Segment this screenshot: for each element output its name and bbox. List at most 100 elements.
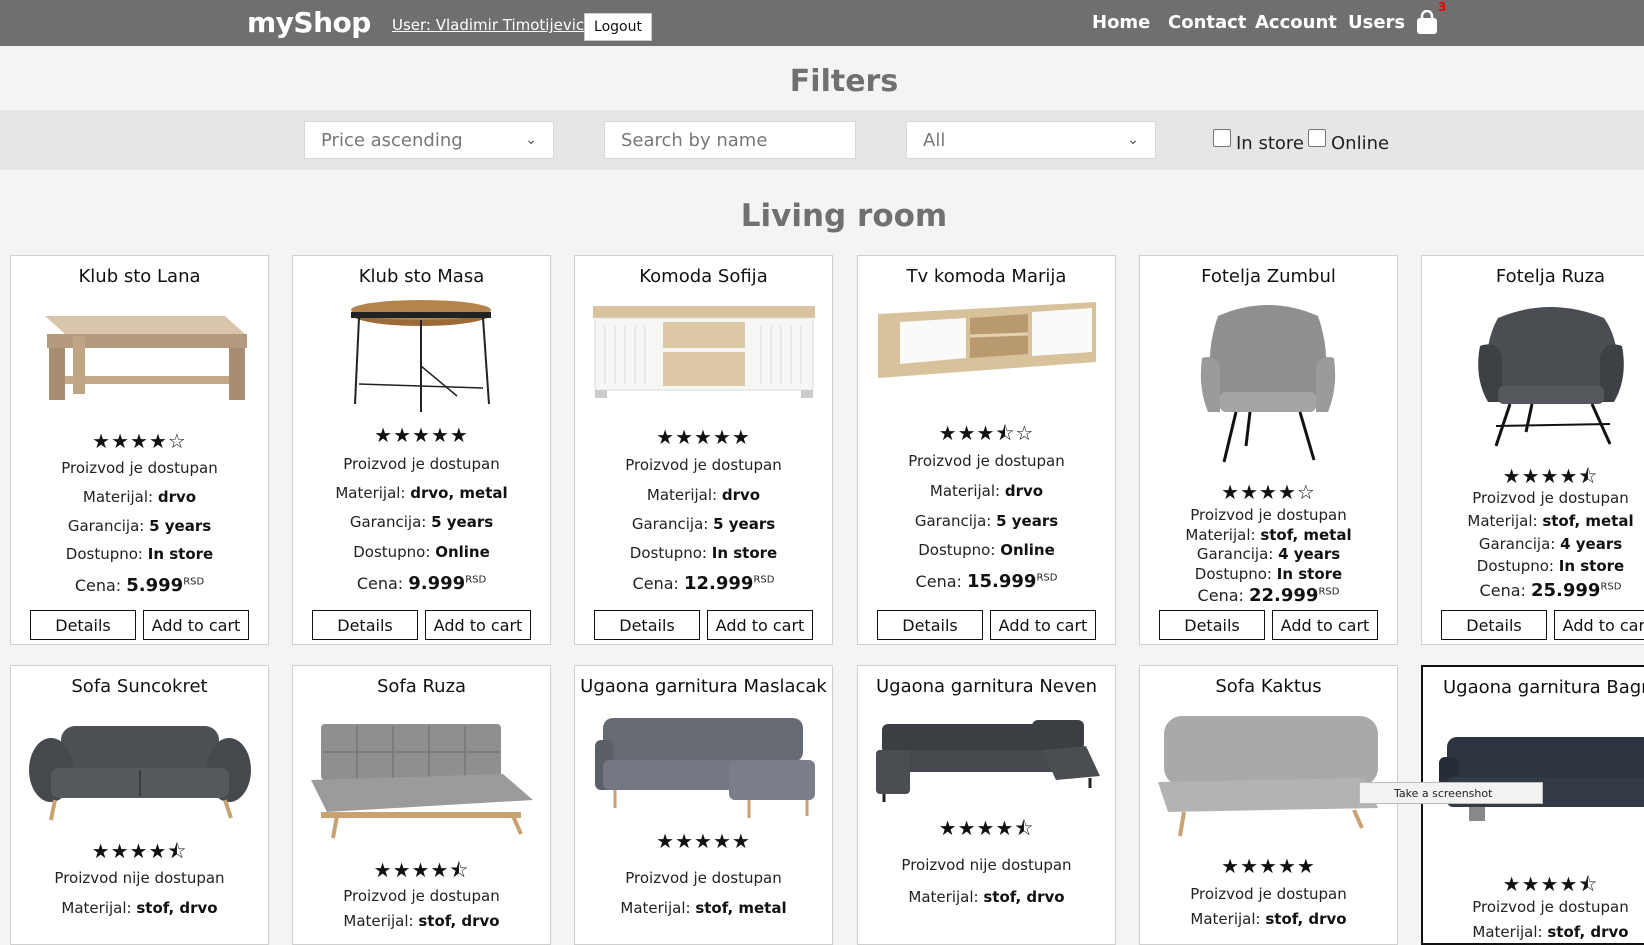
product-name: Klub sto Lana — [78, 266, 201, 287]
rating-stars: ★★★★★ — [374, 423, 469, 447]
logo[interactable]: myShop — [247, 6, 371, 39]
product-material: Materijal: stof, metal — [1185, 526, 1352, 544]
product-image[interactable] — [307, 716, 536, 846]
product-warranty: Garancija: 5 years — [914, 512, 1059, 530]
product-warranty: Garancija: 5 years — [631, 515, 776, 533]
product-card: Sofa Kaktus ★★★★★ Proizvod je dostupan M… — [1139, 665, 1398, 945]
product-price: Cena: 9.999RSD — [356, 573, 487, 594]
in-store-label: In store — [1236, 133, 1304, 154]
rating-stars: ★★★★☆ — [1221, 480, 1316, 504]
product-card: Fotelja Ruza ★★★★⯪ Proizvod je dostupan … — [1421, 255, 1644, 645]
product-name: Sofa Ruza — [376, 676, 467, 697]
screenshot-tooltip: Take a screenshot — [1359, 782, 1543, 804]
product-name: Ugaona garnitura Neven — [875, 676, 1098, 697]
product-card: Ugaona garnitura Bagrem ★★★★⯪ Proizvod j… — [1421, 665, 1644, 945]
online-checkbox[interactable] — [1308, 129, 1326, 147]
product-material: Materijal: drvo, metal — [335, 484, 508, 502]
product-card: Sofa Suncokret ★★★★⯪ Proizvod nije dostu… — [10, 665, 269, 945]
product-material: Materijal: drvo — [929, 482, 1044, 500]
in-store-checkbox[interactable] — [1213, 129, 1231, 147]
details-button[interactable]: Details — [877, 610, 983, 640]
product-availability: Dostupno: Online — [918, 541, 1055, 559]
details-button[interactable]: Details — [30, 610, 136, 640]
product-price: Cena: 5.999RSD — [74, 575, 205, 596]
product-image[interactable] — [1154, 296, 1383, 466]
product-image[interactable] — [25, 708, 254, 826]
product-status: Proizvod je dostupan — [625, 869, 782, 887]
add-to-cart-button[interactable]: Add to cart — [1272, 610, 1378, 640]
product-warranty: Garancija: 5 years — [67, 517, 212, 535]
details-button[interactable]: Details — [1159, 610, 1265, 640]
product-material: Materijal: stof, metal — [1467, 512, 1634, 530]
product-card: Ugaona garnitura Maslacak ★★★★★ Proizvod… — [574, 665, 833, 945]
category-select-value: All — [923, 129, 946, 151]
nav-home[interactable]: Home — [1092, 12, 1150, 33]
nav-account[interactable]: Account — [1255, 12, 1337, 33]
product-image[interactable] — [589, 710, 818, 822]
details-button[interactable]: Details — [312, 610, 418, 640]
product-image[interactable] — [307, 296, 536, 416]
product-availability: Dostupno: Online — [353, 543, 490, 561]
product-name: Tv komoda Marija — [906, 266, 1067, 287]
product-price: Cena: 22.999RSD — [1197, 585, 1340, 606]
product-price: Cena: 15.999RSD — [915, 571, 1058, 592]
rating-stars: ★★★⯪☆ — [938, 421, 1035, 445]
product-image[interactable] — [1436, 296, 1644, 456]
product-card: Klub sto Lana ★★★★☆ Proizvod je dostupan… — [10, 255, 269, 645]
cart-count-badge: 3 — [1438, 0, 1447, 14]
user-account-link[interactable]: User: Vladimir Timotijevic — [392, 16, 584, 34]
sort-select[interactable]: Price ascending ⌄ — [304, 121, 554, 159]
product-material: Materijal: stof, drvo — [61, 899, 218, 917]
product-image[interactable] — [589, 296, 818, 411]
product-material: Materijal: stof, metal — [620, 899, 787, 917]
product-availability: Dostupno: In store — [65, 545, 214, 563]
product-card: Ugaona garnitura Neven ★★★★⯪ Proizvod ni… — [857, 665, 1116, 945]
category-select[interactable]: All ⌄ — [906, 121, 1156, 159]
add-to-cart-button[interactable]: Add to cart — [707, 610, 813, 640]
search-input-placeholder: Search by name — [621, 129, 768, 151]
filters-title: Filters — [789, 64, 899, 99]
product-status: Proizvod je dostupan — [1190, 885, 1347, 903]
product-warranty: Garancija: 4 years — [1478, 535, 1623, 553]
product-name: Ugaona garnitura Maslacak — [580, 676, 827, 697]
rating-stars: ★★★★★ — [656, 425, 751, 449]
product-status: Proizvod je dostupan — [625, 456, 782, 474]
search-input[interactable]: Search by name — [604, 121, 856, 159]
product-image[interactable] — [872, 714, 1101, 804]
product-status: Proizvod je dostupan — [1472, 489, 1629, 507]
product-status: Proizvod nije dostupan — [54, 869, 225, 887]
online-label: Online — [1331, 133, 1390, 154]
product-image[interactable] — [872, 296, 1101, 406]
product-availability: Dostupno: In store — [1194, 565, 1343, 583]
nav-contact[interactable]: Contact — [1168, 12, 1246, 33]
product-price: Cena: 25.999RSD — [1479, 580, 1622, 601]
shopping-bag-icon[interactable] — [1414, 10, 1440, 36]
add-to-cart-button[interactable]: Add to cart — [990, 610, 1096, 640]
rating-stars: ★★★★⯪ — [91, 839, 188, 863]
product-warranty: Garancija: 4 years — [1196, 545, 1341, 563]
add-to-cart-button[interactable]: Add to cart — [425, 610, 531, 640]
product-price: Cena: 12.999RSD — [632, 573, 775, 594]
product-image[interactable] — [25, 296, 254, 406]
product-name: Fotelja Ruza — [1495, 266, 1606, 287]
rating-stars: ★★★★⯪ — [938, 816, 1035, 840]
product-card: Fotelja Zumbul ★★★★☆ Proizvod je dostupa… — [1139, 255, 1398, 645]
product-image[interactable] — [1154, 712, 1383, 842]
product-name: Ugaona garnitura Bagrem — [1443, 677, 1644, 698]
product-warranty: Garancija: 5 years — [349, 513, 494, 531]
product-material: Materijal: drvo — [646, 486, 761, 504]
product-material: Materijal: stof, drvo — [343, 912, 500, 930]
product-status: Proizvod je dostupan — [343, 887, 500, 905]
add-to-cart-button[interactable]: Add to cart — [143, 610, 249, 640]
product-name: Sofa Suncokret — [71, 676, 208, 697]
product-name: Klub sto Masa — [358, 266, 485, 287]
product-card: Tv komoda Marija ★★★⯪☆ Proizvod je dostu… — [857, 255, 1116, 645]
nav-users[interactable]: Users — [1348, 12, 1405, 33]
details-button[interactable]: Details — [1441, 610, 1547, 640]
product-status: Proizvod je dostupan — [61, 459, 218, 477]
add-to-cart-button[interactable]: Add to cart — [1554, 610, 1644, 640]
details-button[interactable]: Details — [594, 610, 700, 640]
chevron-down-icon: ⌄ — [525, 132, 537, 148]
product-status: Proizvod nije dostupan — [901, 856, 1072, 874]
logout-button[interactable]: Logout — [584, 13, 652, 41]
